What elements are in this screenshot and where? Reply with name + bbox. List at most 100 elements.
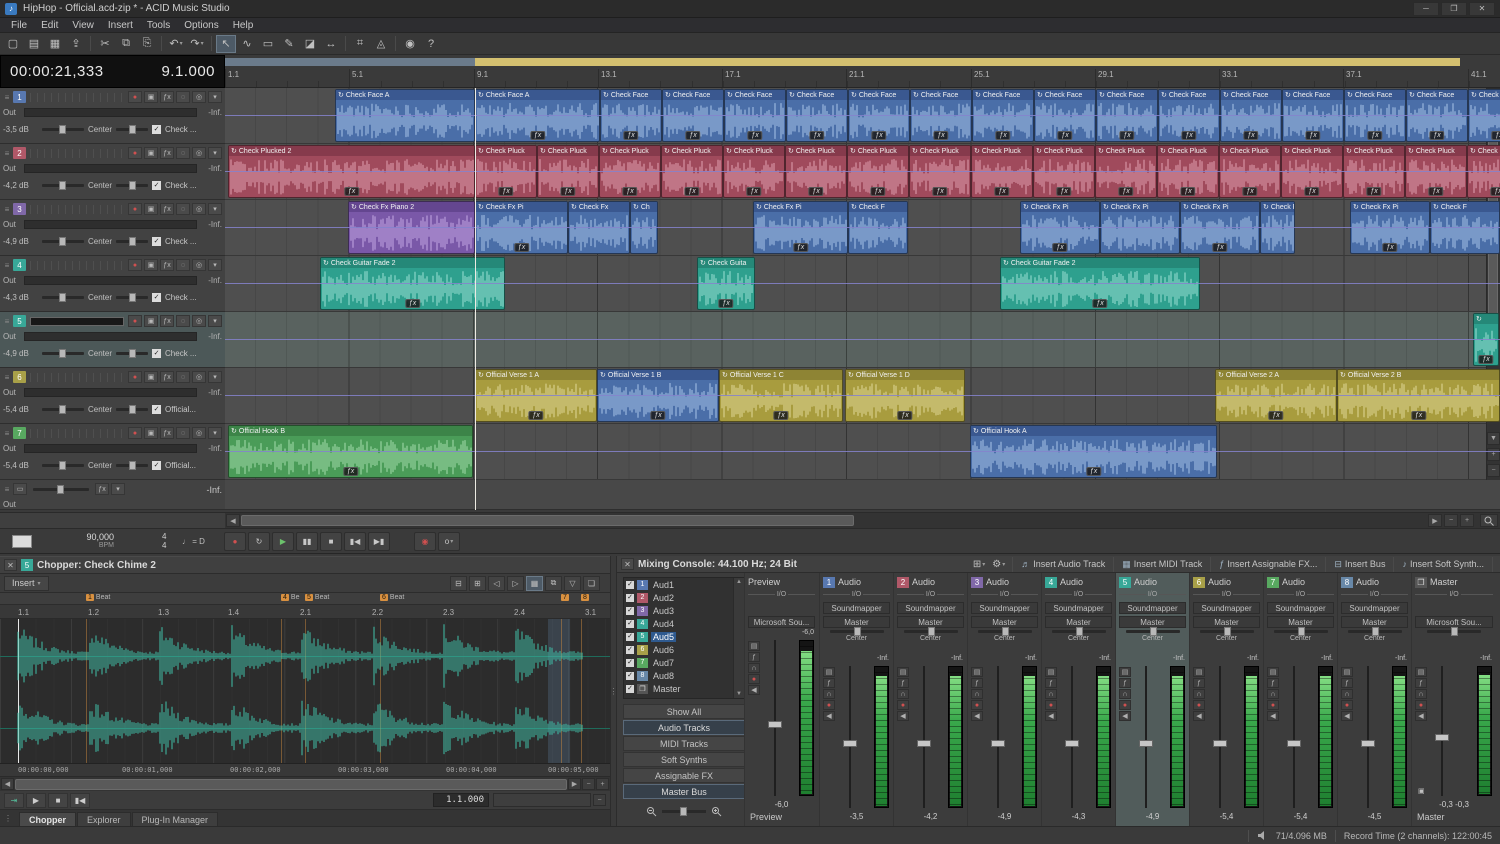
event-fx-badge[interactable]: ƒx bbox=[1056, 187, 1071, 196]
double-selection-icon[interactable]: ⊞ bbox=[469, 576, 486, 591]
bus-view-button[interactable]: ▭ bbox=[13, 483, 27, 495]
chopper-position-field[interactable]: 1.1.000 bbox=[433, 793, 489, 807]
track-dropdown-button[interactable]: ▾ bbox=[208, 315, 222, 327]
device-routing-button[interactable]: Soundmapper bbox=[971, 602, 1038, 614]
strip-record-arm-icon[interactable]: ● bbox=[1267, 700, 1279, 710]
scroll-left-icon[interactable]: ◀ bbox=[226, 514, 240, 527]
event-fx-badge[interactable]: ƒx bbox=[933, 131, 948, 140]
pan-fader[interactable] bbox=[904, 630, 958, 633]
track-header-7[interactable]: ≡7●▣ƒx◌◎▾Out-Inf.-5,4 dBCenter✓Official.… bbox=[0, 424, 225, 480]
input-monitor-icon[interactable]: ◀ bbox=[748, 685, 760, 695]
event-fx-badge[interactable]: ƒx bbox=[1057, 131, 1072, 140]
track-name-field[interactable] bbox=[30, 317, 124, 326]
scroll-left-icon[interactable]: ◀ bbox=[1, 778, 14, 790]
record-arm-button[interactable]: ● bbox=[128, 91, 142, 103]
halve-selection-icon[interactable]: ⊟ bbox=[450, 576, 467, 591]
mixer-close-icon[interactable]: ✕ bbox=[621, 558, 634, 570]
event-fx-badge[interactable]: ƒx bbox=[1212, 243, 1227, 252]
record-arm-button[interactable]: ● bbox=[128, 427, 142, 439]
volume-fader-handle[interactable] bbox=[59, 349, 66, 358]
track-fx-button[interactable]: ƒx bbox=[160, 91, 174, 103]
event-fx-badge[interactable]: ƒx bbox=[405, 299, 420, 308]
event-fx-badge[interactable]: ƒx bbox=[1428, 187, 1443, 196]
event-fx-badge[interactable]: ƒx bbox=[773, 411, 788, 420]
fader-handle[interactable] bbox=[1361, 740, 1375, 747]
close-button[interactable]: ✕ bbox=[1469, 2, 1495, 16]
chopper-waveform[interactable] bbox=[0, 619, 610, 764]
track-dropdown-button[interactable]: ▾ bbox=[208, 203, 222, 215]
track-dropdown-button[interactable]: ▾ bbox=[208, 91, 222, 103]
tab-explorer[interactable]: Explorer bbox=[77, 812, 131, 826]
zoom-out-track-icon[interactable]: − bbox=[1487, 464, 1500, 477]
menu-file[interactable]: File bbox=[4, 18, 34, 32]
strip-volume-fader[interactable] bbox=[1066, 666, 1078, 808]
redo-button[interactable]: ↷▾ bbox=[187, 35, 207, 53]
strip-fx-icon[interactable]: ƒ bbox=[748, 652, 760, 662]
phones-icon[interactable]: ∩ bbox=[1415, 689, 1427, 699]
track-phase-button[interactable]: ▣ bbox=[144, 91, 158, 103]
solo-button[interactable]: ◎ bbox=[192, 315, 206, 327]
mixer-strip-2[interactable]: 2AudioI/OSoundmapperMasterCenter-Inf.▤ƒ∩… bbox=[893, 573, 967, 826]
event-fx-badge[interactable]: ƒx bbox=[560, 187, 575, 196]
event-fx-badge[interactable]: ƒx bbox=[343, 467, 358, 476]
strip-volume-fader[interactable] bbox=[1214, 666, 1226, 808]
event-fx-badge[interactable]: ƒx bbox=[1367, 131, 1382, 140]
track-drag-handle[interactable]: ≡ bbox=[3, 205, 11, 214]
event-fx-badge[interactable]: ƒx bbox=[809, 131, 824, 140]
track-lane-2[interactable]: ↻Check Plucked 2ƒx↻Check Pluckƒx↻Check P… bbox=[225, 144, 1500, 200]
pan-fader-handle[interactable] bbox=[854, 627, 861, 636]
track-name-checkbox[interactable]: ✓ bbox=[152, 125, 161, 134]
event-fx-badge[interactable]: ƒx bbox=[1429, 131, 1444, 140]
menu-edit[interactable]: Edit bbox=[34, 18, 65, 32]
input-monitor-icon[interactable]: ◀ bbox=[897, 711, 909, 721]
event-fx-badge[interactable]: ƒx bbox=[684, 187, 699, 196]
volume-fader[interactable] bbox=[42, 464, 84, 467]
strip-volume-fader[interactable] bbox=[1288, 666, 1300, 808]
pan-fader-handle[interactable] bbox=[1372, 627, 1379, 636]
mute-button[interactable]: ◌ bbox=[176, 427, 190, 439]
event-fx-badge[interactable]: ƒx bbox=[793, 243, 808, 252]
fader-handle[interactable] bbox=[1065, 740, 1079, 747]
phones-icon[interactable]: ∩ bbox=[1045, 689, 1057, 699]
event-fx-badge[interactable]: ƒx bbox=[1119, 131, 1134, 140]
volume-fader-handle[interactable] bbox=[59, 405, 66, 414]
track-dropdown-button[interactable]: ▾ bbox=[208, 371, 222, 383]
input-monitor-icon[interactable]: ◀ bbox=[1119, 711, 1131, 721]
record-trigger-button[interactable]: ◉ bbox=[414, 532, 436, 551]
chopper-length-field[interactable] bbox=[493, 793, 591, 807]
save-file-button[interactable]: ▦ bbox=[45, 35, 65, 53]
volume-envelope-line[interactable] bbox=[225, 451, 1500, 452]
track-name-checkbox[interactable]: ✓ bbox=[152, 293, 161, 302]
pan-fader[interactable] bbox=[1348, 630, 1402, 633]
grid-snap-icon[interactable]: ▦ bbox=[526, 576, 543, 591]
bus-fx-button[interactable]: ƒx bbox=[95, 483, 109, 495]
track-name-checkbox[interactable]: ✓ bbox=[152, 405, 161, 414]
strip-fx-icon[interactable]: ƒ bbox=[971, 678, 983, 688]
track-drag-handle[interactable]: ≡ bbox=[3, 317, 11, 326]
mute-button[interactable]: ◌ bbox=[176, 259, 190, 271]
input-monitor-icon[interactable]: ◀ bbox=[1045, 711, 1057, 721]
chopper-title-bar[interactable]: ✕ 5 Chopper: Check Chime 2 bbox=[0, 557, 610, 574]
event-fx-badge[interactable]: ƒx bbox=[1243, 131, 1258, 140]
strip-record-arm-icon[interactable]: ● bbox=[897, 700, 909, 710]
copy-button[interactable]: ⧉ bbox=[116, 35, 136, 53]
volume-fader[interactable] bbox=[42, 352, 84, 355]
record-remote-button[interactable]: ◉ bbox=[400, 35, 420, 53]
solo-button[interactable]: ◎ bbox=[192, 203, 206, 215]
console-settings-button[interactable]: ⚙▾ bbox=[989, 557, 1008, 572]
stop-button[interactable]: ■ bbox=[320, 532, 342, 551]
input-monitor-icon[interactable]: ◀ bbox=[971, 711, 983, 721]
event-fx-badge[interactable]: ƒx bbox=[1052, 243, 1067, 252]
insert-midi-track-button[interactable]: ▦Insert MIDI Track bbox=[1118, 557, 1206, 572]
device-routing-button[interactable]: Soundmapper bbox=[1341, 602, 1408, 614]
input-monitor-icon[interactable]: ◀ bbox=[1341, 711, 1353, 721]
phones-icon[interactable]: ∩ bbox=[748, 663, 760, 673]
strip-fx-icon[interactable]: ƒ bbox=[1119, 678, 1131, 688]
event-fx-badge[interactable]: ƒx bbox=[1366, 187, 1381, 196]
strip-record-arm-icon[interactable]: ● bbox=[748, 674, 760, 684]
phones-icon[interactable]: ∩ bbox=[823, 689, 835, 699]
event-fx-badge[interactable]: ƒx bbox=[622, 187, 637, 196]
pan-fader-handle[interactable] bbox=[129, 125, 136, 134]
volume-envelope-line[interactable] bbox=[225, 283, 1500, 284]
event-fx-badge[interactable]: ƒx bbox=[718, 299, 733, 308]
